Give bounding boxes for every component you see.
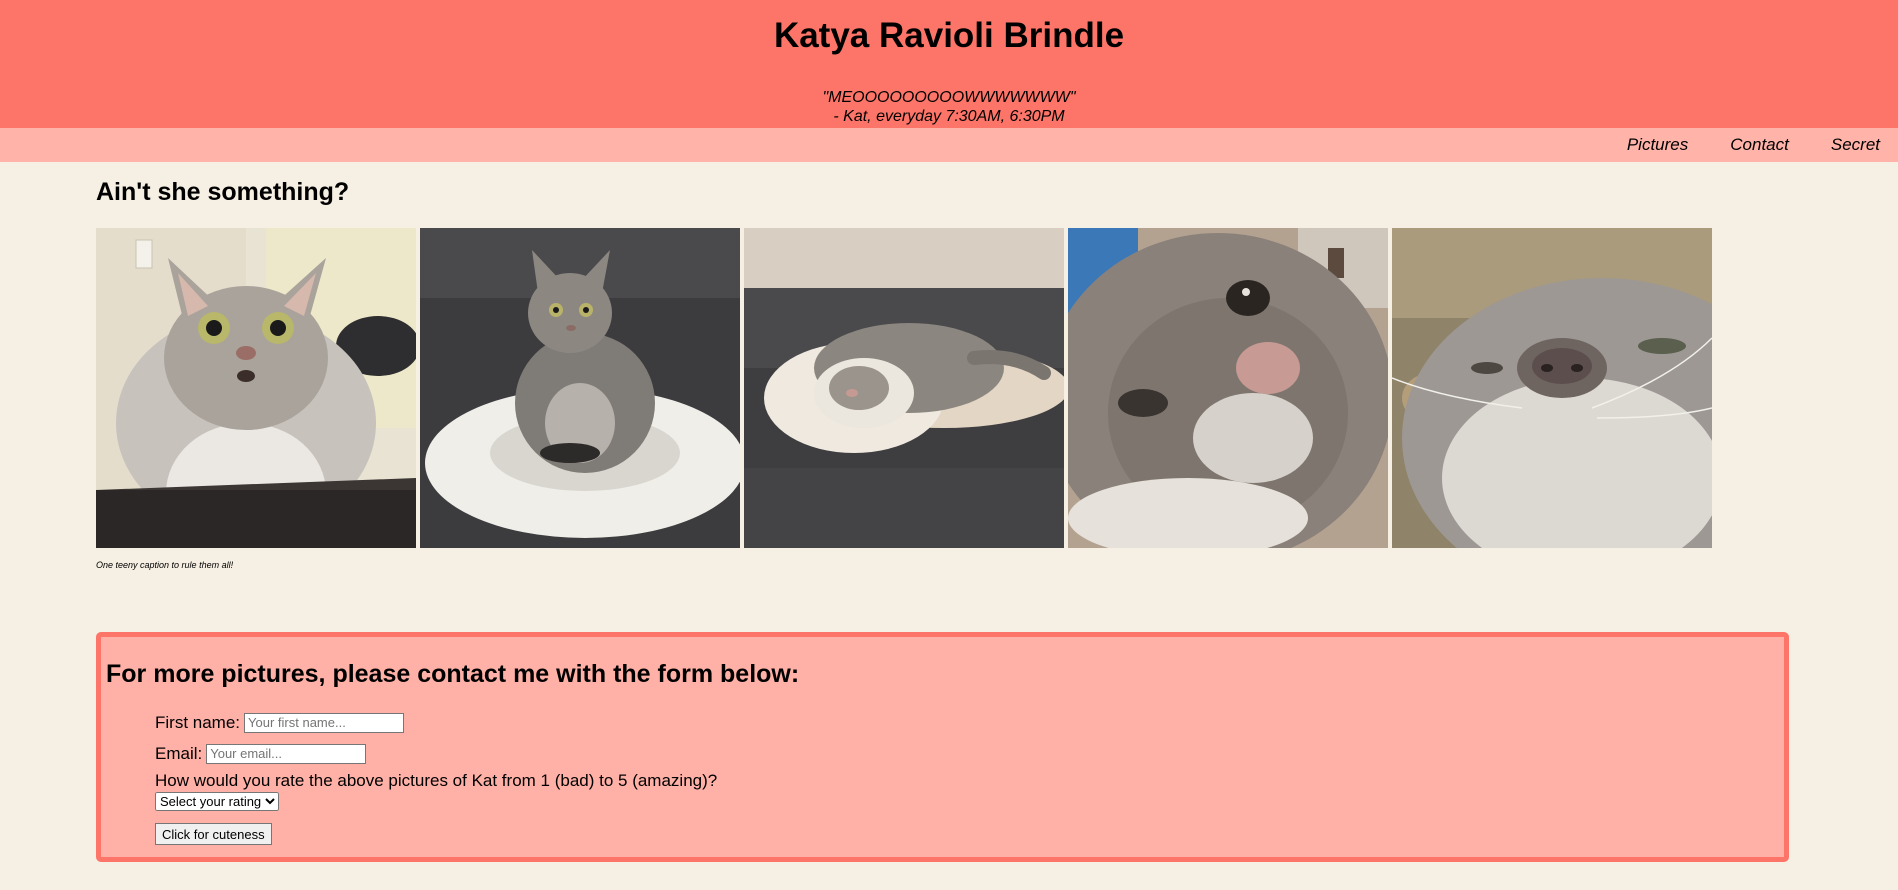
cat-on-cushion-photo xyxy=(420,228,740,548)
cat-nose-closeup-photo xyxy=(1392,228,1712,548)
cat-curled-sleeping-photo xyxy=(744,228,1064,548)
contact-form: For more pictures, please contact me wit… xyxy=(96,632,1789,862)
cat-closeup-photo xyxy=(1068,228,1388,548)
page-title: Katya Ravioli Brindle xyxy=(773,16,1125,55)
rating-question: How would you rate the above pictures of… xyxy=(155,771,718,790)
rating-select[interactable]: Select your rating xyxy=(155,792,279,811)
email-input[interactable] xyxy=(206,743,367,764)
submit-button[interactable]: Click for cuteness xyxy=(155,823,272,845)
nav-link-contact[interactable]: Contact xyxy=(1730,135,1789,155)
site-header: Katya Ravioli Brindle "MEOOOOOOOOOWWWWWW… xyxy=(0,0,1898,128)
main-content: Ain't she something? One teeny caption t… xyxy=(0,176,1898,862)
header-quote: "MEOOOOOOOOOWWWWWWW" - Kat, everyday 7:3… xyxy=(0,88,1898,126)
email-row: Email: xyxy=(155,738,1784,769)
photo-gallery xyxy=(96,228,1898,548)
gallery-caption: One teeny caption to rule them all! xyxy=(96,560,234,570)
first-name-input[interactable] xyxy=(244,712,405,733)
first-name-label: First name: xyxy=(155,712,241,732)
nav-link-pictures[interactable]: Pictures xyxy=(1627,135,1688,155)
first-name-row: First name: xyxy=(155,707,1784,738)
cat-startled-photo xyxy=(96,228,416,548)
nav-bar: Pictures Contact Secret xyxy=(0,128,1898,162)
nav-link-secret[interactable]: Secret xyxy=(1831,135,1880,155)
form-fields: First name: Email: How would you rate th… xyxy=(106,707,1784,845)
quote-text: "MEOOOOOOOOOWWWWWWW" xyxy=(822,89,1076,106)
quote-attribution: - Kat, everyday 7:30AM, 6:30PM xyxy=(833,108,1065,125)
email-label: Email: xyxy=(155,743,203,763)
form-heading: For more pictures, please contact me wit… xyxy=(106,660,800,688)
gallery-heading: Ain't she something? xyxy=(96,178,350,206)
